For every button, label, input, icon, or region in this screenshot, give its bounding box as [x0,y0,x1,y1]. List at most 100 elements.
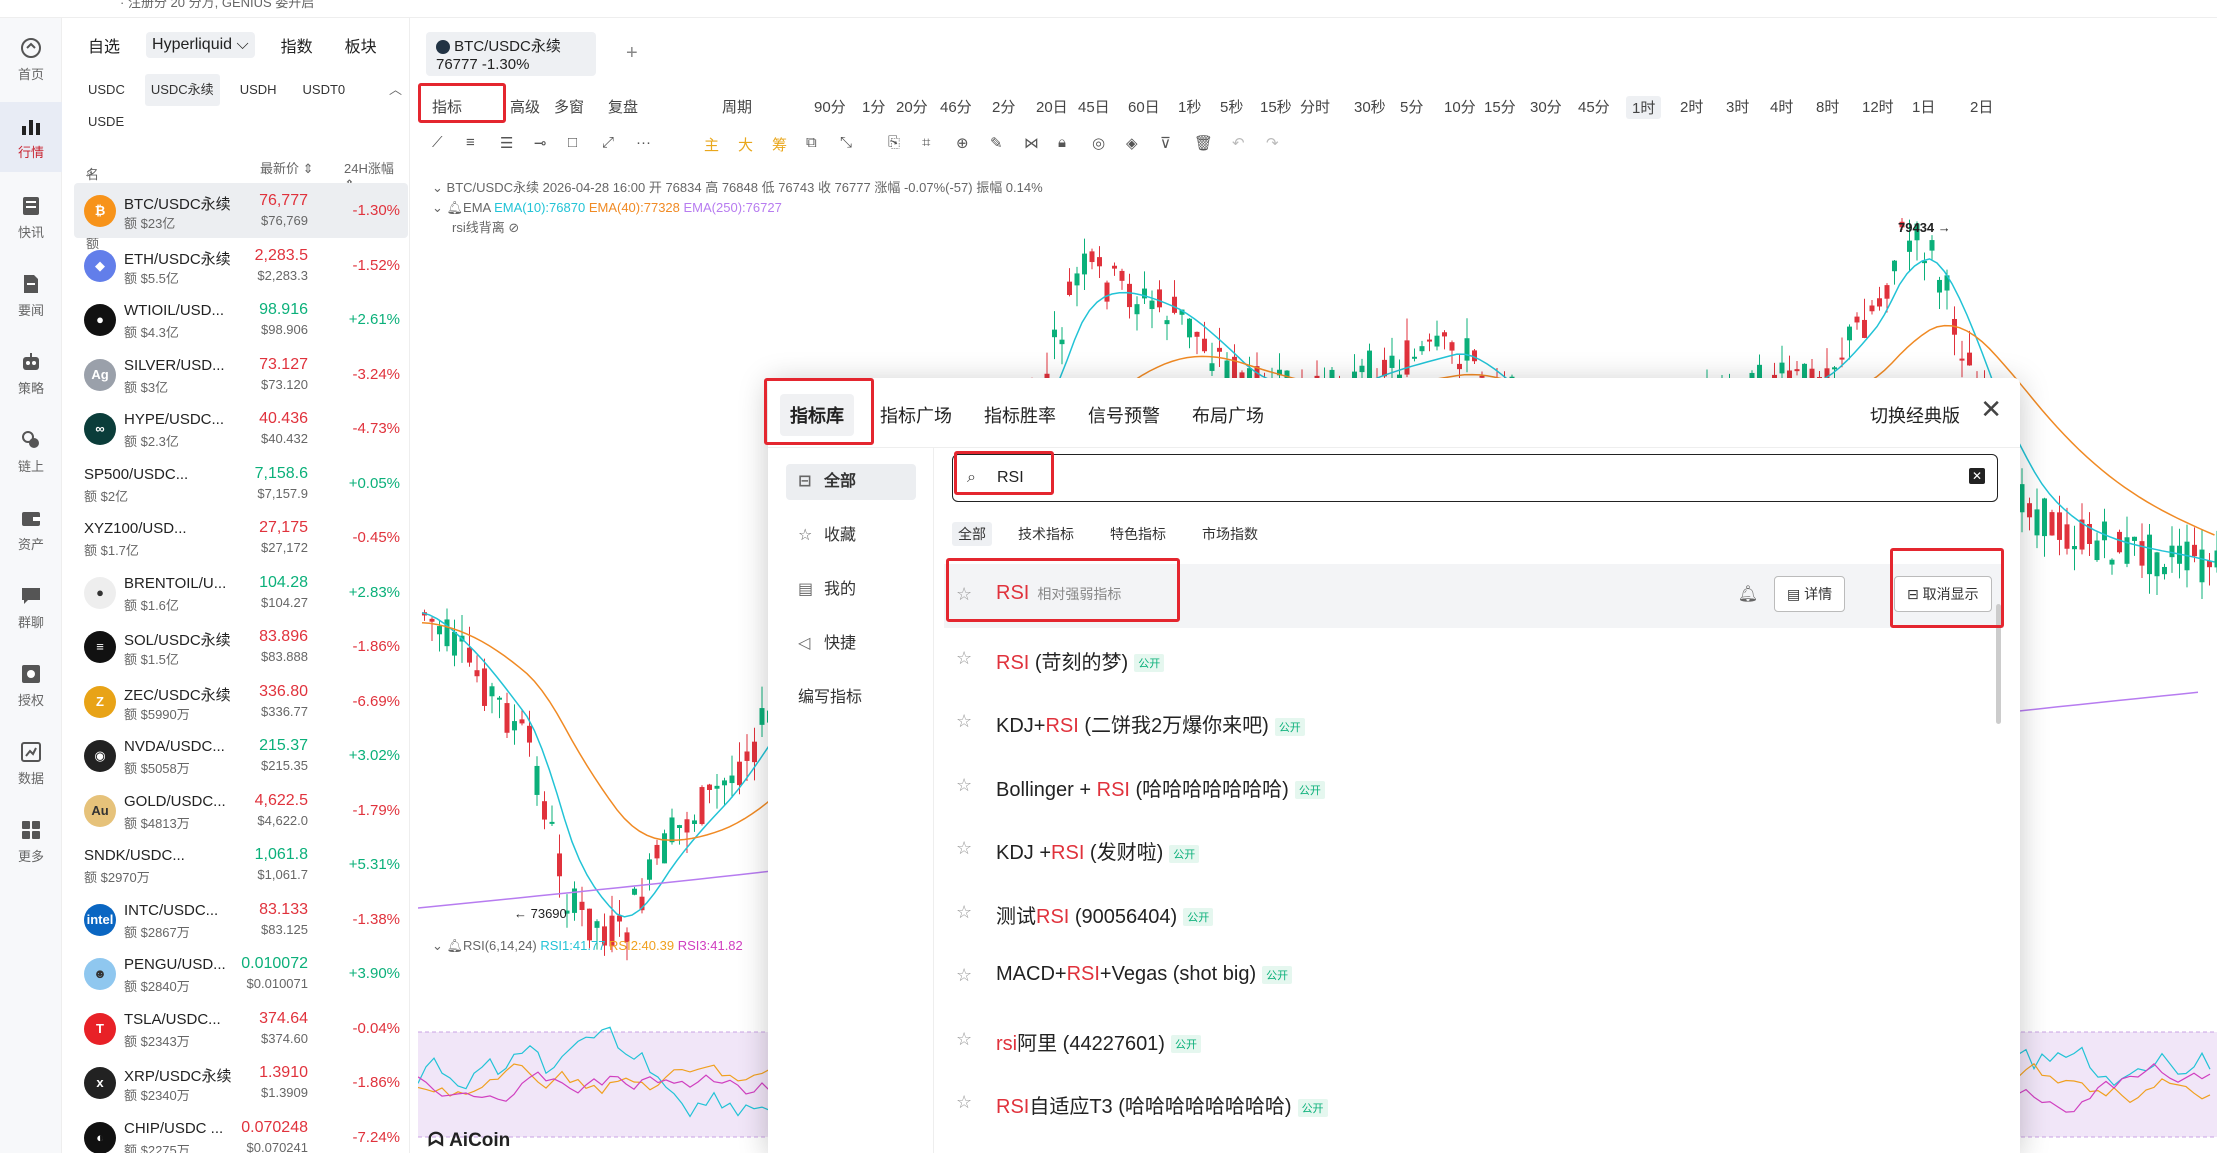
clone-tool-icon[interactable]: ⎘ [888,134,900,151]
line-tool-icon[interactable]: ⟋ [432,134,443,151]
toolbar-item[interactable]: 4时 [1770,96,1793,117]
redo-icon[interactable]: ↷ [1266,134,1279,152]
market-row[interactable]: SP500/USDC... 额 $2亿 7,158.6 $7,157.9 +0.05% [74,456,408,511]
market-row[interactable]: x XRP/USDC永续额 $2340万 1.3910 $1.3909 -1.86% [74,1055,408,1110]
market-row[interactable]: ● BRENTOIL/U... 额 $1.6亿 104.28 $104.27 +2.83% [74,565,408,620]
toolbar-item[interactable]: 10分 [1444,96,1476,117]
filter-tool-icon[interactable]: ⊽ [1160,134,1171,152]
copy-tool-icon[interactable]: ⧉ [806,134,817,151]
market-row[interactable]: Ag SILVER/USD... 额 $3亿 73.127 $73.120 -3.24% [74,347,408,402]
market-row[interactable]: T TSLA/USDC... 额 $2343万 374.64 $374.60 -0.04% [74,1001,408,1056]
measure-tool-icon[interactable]: ⤡ [840,134,852,151]
fib-tool-icon[interactable]: ☰ [500,134,513,152]
tab-hyperliquid[interactable]: Hyperliquid ⌵ [146,32,255,58]
toolbar-item[interactable]: 2分 [992,96,1015,117]
toolbar-item[interactable]: 30分 [1530,96,1562,117]
brush-tool-icon[interactable]: ✎ [990,134,1003,152]
tab-sector[interactable]: 板块 [339,29,383,61]
magnet-tool-icon[interactable]: ⋈ [1024,134,1039,152]
bell-icon[interactable]: 🔔︎ [1738,584,1758,604]
clear-search-icon[interactable]: ✕ [1969,468,1985,484]
tab-favorites[interactable]: 自选 [82,29,126,61]
nav-item-more[interactable]: 更多 [0,806,62,876]
ruler-tool-icon[interactable]: ⌗ [922,134,930,151]
rect-tool-icon[interactable]: □ [568,134,577,151]
filter-technical[interactable]: 技术指标 [1012,522,1080,546]
toolbar-item[interactable]: 45日 [1078,96,1110,117]
parallel-tool-icon[interactable]: ≡ [466,134,475,151]
toolbar-item[interactable]: 多窗 [554,96,584,117]
close-icon[interactable]: ✕ [1980,394,2002,425]
legend-toggle-icon[interactable]: ⌄ [432,200,443,215]
sub-tab-usdc[interactable]: USDC [82,74,131,106]
indicator-result[interactable]: ☆ KDJ +RSI (发财啦) 公开 [944,818,2004,882]
toolbar-item[interactable]: 20日 [1036,96,1068,117]
indicator-result[interactable]: ☆ Bollinger + RSI (哈哈哈哈哈哈哈) 公开 [944,755,2004,819]
side-item-shortcut[interactable]: ◁ 快捷 [786,626,916,662]
lock-tool-icon[interactable]: 🔒︎ [1058,134,1066,151]
toolbar-item[interactable]: 1分 [862,96,885,117]
star-icon[interactable]: ☆ [956,711,972,732]
nav-item-assets[interactable]: 资产 [0,494,62,564]
market-row[interactable]: ☻ PENGU/USD... 额 $2840万 0.010072 $0.010071 +3… [74,946,408,1001]
add-tab-icon[interactable]: + [626,43,638,63]
market-row[interactable]: ∞ HYPE/USDC... 额 $2.3亿 40.436 $40.432 -4.73% [74,401,408,456]
arrow-tool-icon[interactable]: ⤢ [602,134,614,151]
filter-special[interactable]: 特色指标 [1104,522,1172,546]
side-item-favorites[interactable]: ☆ 收藏 [786,518,916,554]
toolbar-item[interactable]: 20分 [896,96,928,117]
market-row[interactable]: ₿ BTC/USDC永续额 $23亿 76,777 $76,769 -1.30% [74,183,408,238]
toolbar-item[interactable]: 高级 [510,96,540,117]
toolbar-item[interactable]: 1日 [1912,96,1935,117]
delete-tool-icon[interactable]: 🗑︎ [1194,134,1213,152]
toolbar-item[interactable]: 46分 [940,96,972,117]
switch-classic-button[interactable]: 切换经典版 [1870,402,1960,428]
tab-layout-square[interactable]: 布局广场 [1192,402,1264,428]
market-row[interactable]: ◉ NVDA/USDC... 额 $5058万 215.37 $215.35 +3.02% [74,728,408,783]
nav-item-home[interactable]: 首页 [0,24,62,94]
toolbar-item[interactable]: 15秒 [1260,96,1292,117]
chart-tab[interactable]: BTC/USDC永续 76777 -1.30% + [426,32,638,76]
market-row[interactable]: ≡ SOL/USDC永续额 $1.5亿 83.896 $83.888 -1.86% [74,619,408,674]
tab-indicator-square[interactable]: 指标广场 [880,402,952,428]
toolbar-item[interactable]: 30秒 [1354,96,1386,117]
star-icon[interactable]: ☆ [956,902,972,923]
toolbar-item[interactable]: 12时 [1862,96,1894,117]
market-row[interactable]: Au GOLD/USDC... 额 $4813万 4,622.5 $4,622.0 -1.… [74,783,408,838]
more-tools-icon[interactable]: ··· [636,134,651,151]
tab-index[interactable]: 指数 [275,29,319,61]
market-row[interactable]: ◐ CHIP/USDC ... 额 $2275万 0.070248 $0.070241 -… [74,1110,408,1153]
indicator-result[interactable]: ☆ MACD+RSI+Vegas (shot big) 公开 [944,945,2004,1009]
star-icon[interactable]: ☆ [956,775,972,796]
indicator-search-input[interactable]: ⌕ RSI ✕ [952,454,1998,502]
zoom-tool-icon[interactable]: ⊕ [956,134,969,152]
toolbar-item[interactable]: 1时 [1626,96,1662,119]
toolbar-item[interactable]: 周期 [722,96,752,117]
market-row[interactable]: Z ZEC/USDC永续额 $5990万 336.80 $336.77 -6.69% [74,674,408,729]
sub-tab-usde[interactable]: USDE [82,106,130,138]
collapse-icon[interactable]: ︿ [389,74,402,106]
toolbar-item[interactable]: 2日 [1970,96,1993,117]
hide-tool-icon[interactable]: ◎ [1092,134,1105,152]
star-icon[interactable]: ☆ [956,1029,972,1050]
toolbar-item[interactable]: 8时 [1816,96,1839,117]
toolbar-item[interactable]: 45分 [1578,96,1610,117]
nav-item-authorize[interactable]: 授权 [0,650,62,720]
detail-button[interactable]: ▤ 详情 [1774,576,1846,612]
toolbar-item[interactable]: 5秒 [1220,96,1243,117]
market-row[interactable]: ◆ ETH/USDC永续额 $5.5亿 2,283.5 $2,283.3 -1.52% [74,238,408,293]
nav-item-chat[interactable]: 群聊 [0,572,62,642]
nav-item-flash[interactable]: 快讯 [0,182,62,252]
nav-item-market[interactable]: 行情 [0,102,62,172]
tab-indicator-winrate[interactable]: 指标胜率 [984,402,1056,428]
sub-tab-usdh[interactable]: USDH [234,74,283,106]
star-icon[interactable]: ☆ [956,1092,972,1113]
filter-market-index[interactable]: 市场指数 [1196,522,1264,546]
star-icon[interactable]: ☆ [956,648,972,669]
toolbar-item[interactable]: 90分 [814,96,846,117]
undo-icon[interactable]: ↶ [1232,134,1245,152]
tab-signal-alert[interactable]: 信号预警 [1088,402,1160,428]
toolbar-item[interactable]: 1秒 [1178,96,1201,117]
filter-all[interactable]: 全部 [952,522,992,546]
big-icon[interactable]: 大 [738,134,753,155]
